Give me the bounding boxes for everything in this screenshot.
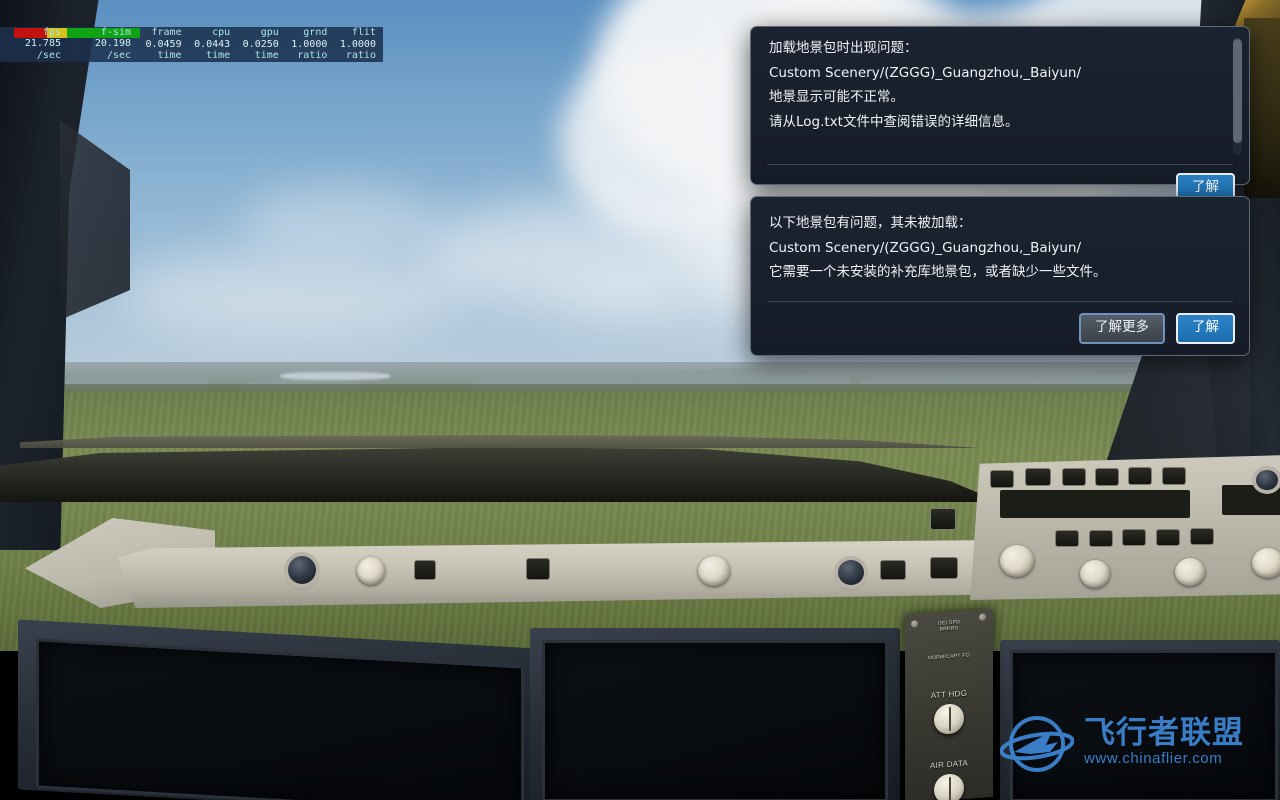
nd-display-center[interactable] xyxy=(542,640,888,800)
dialog-1-body: 加载地景包时出现问题： Custom Scenery/(ZGGG)_Guangz… xyxy=(751,27,1249,134)
dialog-2-divider xyxy=(767,301,1233,302)
perf-column-gpu: gpu 0.0250 time xyxy=(237,27,286,62)
mcp-button-1[interactable] xyxy=(990,470,1014,488)
mcp-button-4[interactable] xyxy=(1095,468,1119,486)
mcp-knob-speed[interactable] xyxy=(1252,548,1280,578)
perf-unit-grnd: ratio xyxy=(297,50,328,61)
performance-stats-overlay: fps f-sim 21.785 20.198 /sec /sec frame 0… xyxy=(0,27,383,62)
att-hdg-air-data-pedestal: OEI SPD BRKRS NORM/CAPT FO ATT HDG AIR DA… xyxy=(905,608,993,800)
dialog-2-line-1: 以下地景包有问题，其未被加载： xyxy=(769,215,972,231)
perf-columns: frame 0.0459 time cpu 0.0443 time gpu 0.0250 tim… xyxy=(140,27,383,62)
watermark: 飞行者联盟 www.chinaflier.com xyxy=(999,712,1244,772)
dialog-1-scrollbar-thumb[interactable] xyxy=(1233,39,1242,143)
mcp-knob-heading[interactable] xyxy=(1080,560,1110,588)
mcp-knob-course[interactable] xyxy=(1000,545,1034,577)
dialog-1-line-2: Custom Scenery/(ZGGG)_Guangzhou,_Baiyun/ xyxy=(769,64,1082,81)
watermark-url: www.chinaflier.com xyxy=(1084,750,1223,767)
perf-label-cpu: cpu xyxy=(212,27,231,38)
perf-column-frame: frame 0.0459 time xyxy=(140,27,189,62)
perf-label-frame: frame xyxy=(151,27,182,38)
scenery-load-error-dialog[interactable]: 加载地景包时出现问题： Custom Scenery/(ZGGG)_Guangz… xyxy=(750,26,1250,204)
dialog-1-line-1: 加载地景包时出现问题： xyxy=(769,40,918,56)
att-hdg-selector[interactable] xyxy=(934,702,964,736)
panel-button-2[interactable] xyxy=(526,558,550,580)
perf-label-gpu: gpu xyxy=(260,27,279,38)
fps-unit: /sec xyxy=(36,50,61,61)
mcp-knob-dark[interactable] xyxy=(1256,470,1278,490)
perf-value-frame: 0.0459 xyxy=(145,38,182,50)
air-data-selector[interactable] xyxy=(934,772,964,800)
panel-button-1[interactable] xyxy=(414,560,436,580)
watermark-brand: 飞行者联盟 xyxy=(1084,715,1244,751)
perf-column-grnd: grnd 1.0000 ratio xyxy=(286,27,335,62)
perf-unit-frame: time xyxy=(157,50,182,61)
mcp-button-10[interactable] xyxy=(1156,529,1180,546)
mcp-display-2 xyxy=(1222,485,1280,515)
mcp-button-3[interactable] xyxy=(1062,468,1086,486)
perf-unit-cpu: time xyxy=(206,50,231,61)
mcp-display-1 xyxy=(1000,490,1190,518)
mcp-button-6[interactable] xyxy=(1162,467,1186,485)
scenery-not-loaded-dialog[interactable]: 以下地景包有问题，其未被加载： Custom Scenery/(ZGGG)_Gu… xyxy=(750,196,1250,356)
fsim-unit: /sec xyxy=(106,50,131,61)
panel-button-4[interactable] xyxy=(930,557,958,579)
fps-value: 21.785 xyxy=(24,38,61,49)
dialog-2-learn-more-button[interactable]: 了解更多 xyxy=(1079,313,1165,344)
fsim-value: 20.198 xyxy=(94,38,131,49)
distant-lake xyxy=(280,372,390,380)
panel-knob-2[interactable] xyxy=(698,556,730,586)
dialog-1-divider xyxy=(767,164,1233,165)
mcp-button-11[interactable] xyxy=(1190,528,1214,545)
pedestal-label-att-hdg: ATT HDG xyxy=(930,688,968,701)
mcp-button-9[interactable] xyxy=(1122,529,1146,546)
perf-value-gpu: 0.0250 xyxy=(242,38,279,50)
dialog-2-actions: 了解更多 了解 xyxy=(1079,313,1235,344)
panel-knob-1[interactable] xyxy=(357,557,385,585)
perf-value-flit: 1.0000 xyxy=(339,38,376,50)
mcp-button-2[interactable] xyxy=(1025,468,1051,486)
fsim-label: f-sim xyxy=(100,27,131,38)
perf-label-flit: flit xyxy=(351,27,376,38)
perf-value-cpu: 0.0443 xyxy=(194,38,231,50)
panel-knob-dark-1[interactable] xyxy=(288,556,316,584)
dialog-1-scrollbar[interactable] xyxy=(1233,37,1242,155)
dialog-2-body: 以下地景包有问题，其未被加载： Custom Scenery/(ZGGG)_Gu… xyxy=(751,197,1249,285)
perf-unit-gpu: time xyxy=(254,50,279,61)
perf-unit-flit: ratio xyxy=(345,50,376,61)
dialog-2-line-3: 它需要一个未安装的补充库地景包，或者缺少一些文件。 xyxy=(769,264,1107,280)
chinaflier-logo-icon xyxy=(999,712,1075,772)
perf-value-grnd: 1.0000 xyxy=(291,38,328,50)
perf-column-flit: flit 1.0000 ratio xyxy=(334,27,383,62)
pfd-display-left[interactable] xyxy=(36,638,524,800)
mode-control-panel xyxy=(970,455,1280,600)
dialog-1-line-3: 地景显示可能不正常。 xyxy=(769,89,904,105)
dialog-2-ok-button[interactable]: 了解 xyxy=(1176,313,1235,344)
cloud xyxy=(240,185,440,255)
fps-label: fps xyxy=(42,27,61,38)
fps-group: fps f-sim 21.785 20.198 /sec /sec xyxy=(0,27,140,62)
perf-column-cpu: cpu 0.0443 time xyxy=(189,27,238,62)
panel-knob-dark-2[interactable] xyxy=(838,560,864,585)
pedestal-label-air-data: AIR DATA xyxy=(929,758,969,771)
panel-button-5[interactable] xyxy=(930,508,956,530)
perf-label-grnd: grnd xyxy=(303,27,328,38)
watermark-text: 飞行者联盟 www.chinaflier.com xyxy=(1084,716,1244,768)
panel-button-3[interactable] xyxy=(880,560,906,580)
mcp-knob-altitude[interactable] xyxy=(1175,558,1205,586)
dialog-2-line-2: Custom Scenery/(ZGGG)_Guangzhou,_Baiyun/ xyxy=(769,239,1082,256)
cloud xyxy=(120,250,460,340)
dialog-1-line-4: 请从Log.txt文件中查阅错误的详细信息。 xyxy=(769,113,1019,130)
mcp-button-7[interactable] xyxy=(1055,530,1079,547)
mcp-button-8[interactable] xyxy=(1089,530,1113,547)
mcp-button-5[interactable] xyxy=(1128,467,1152,485)
